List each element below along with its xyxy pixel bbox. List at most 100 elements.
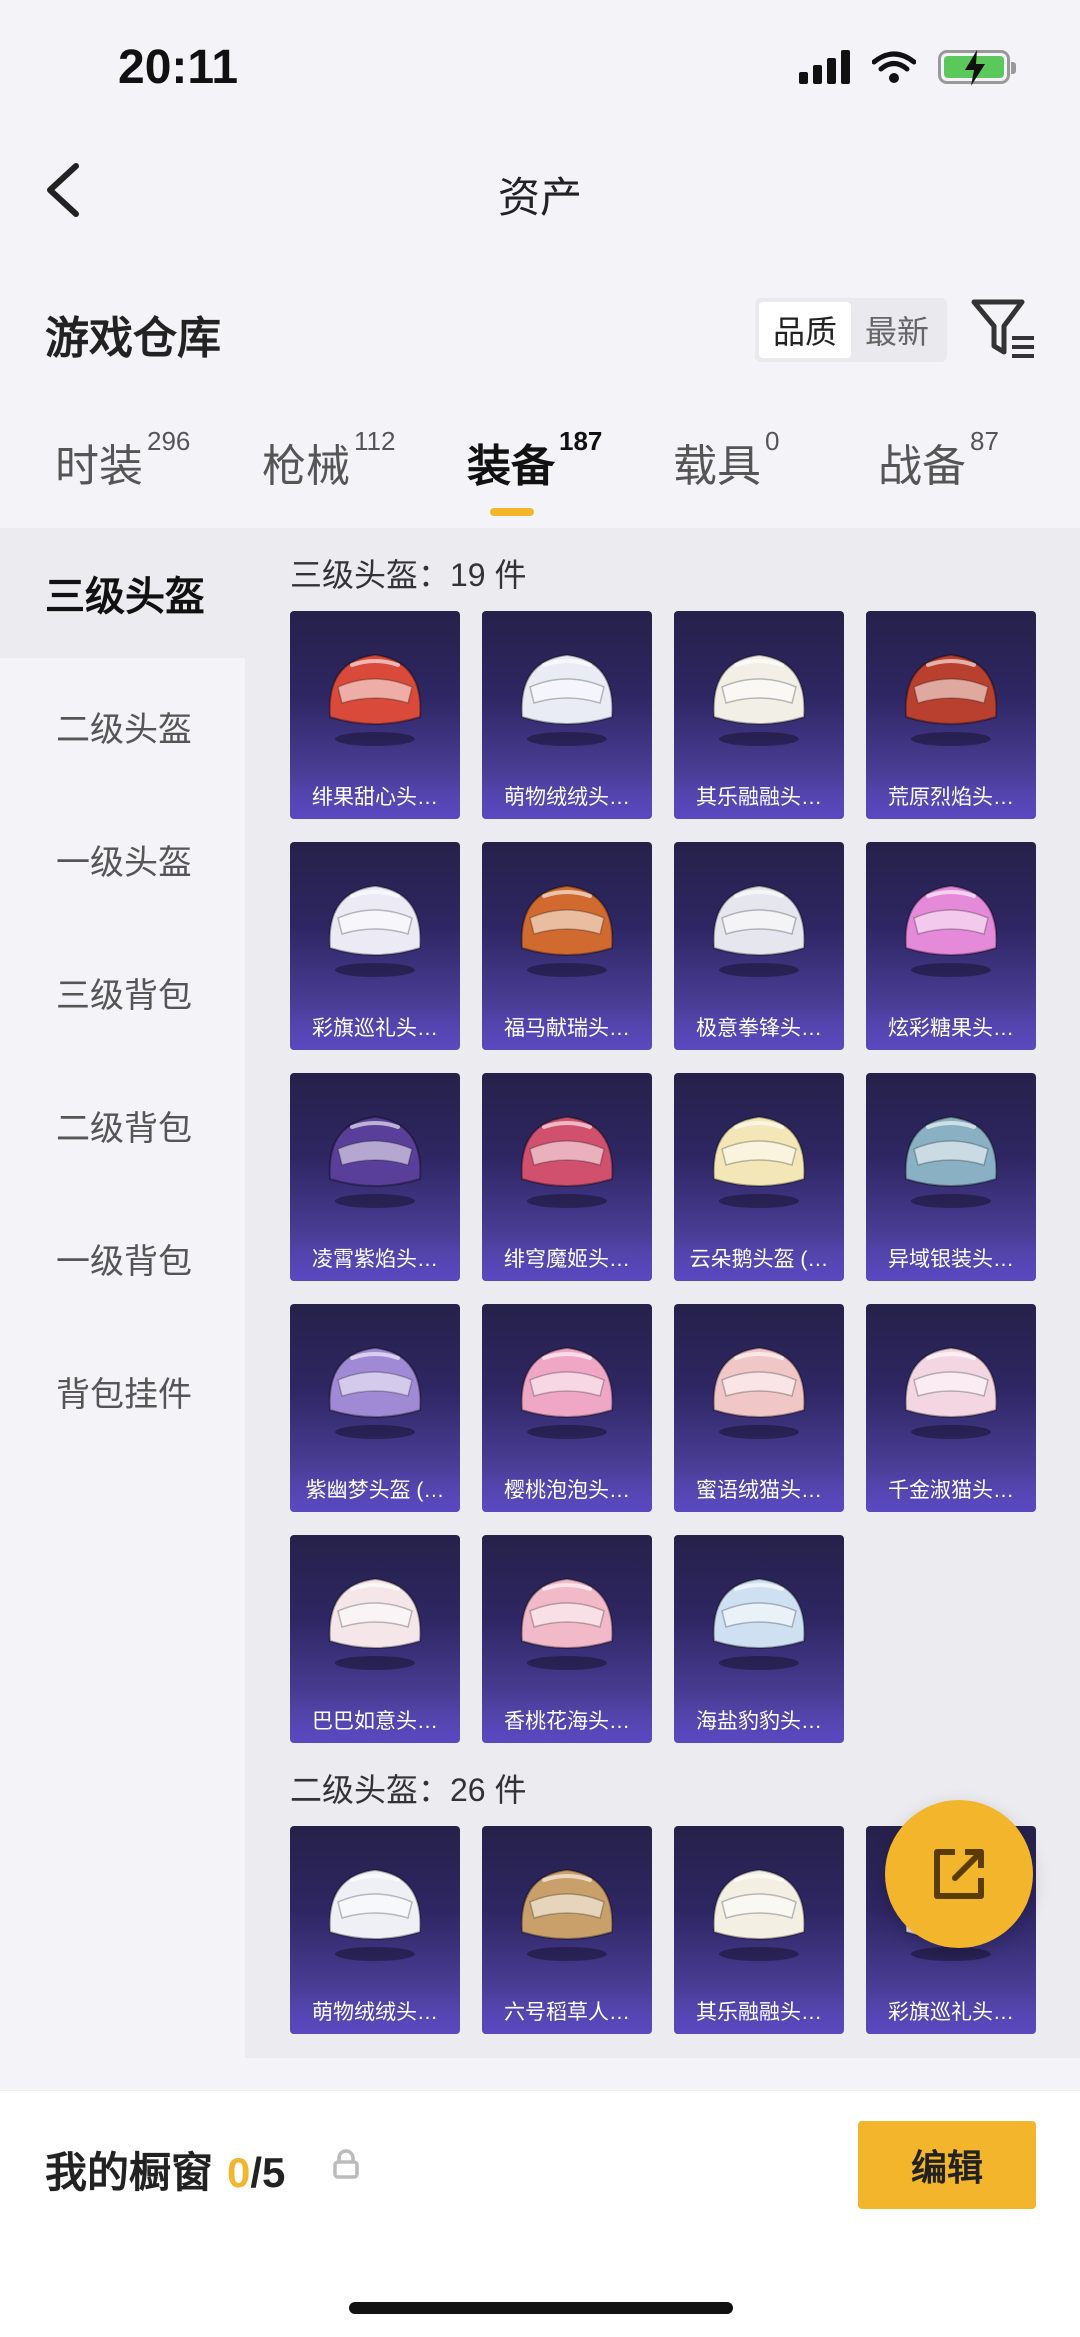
filter-icon[interactable] — [970, 294, 1040, 364]
lock-icon — [333, 2149, 359, 2179]
helmet-icon — [312, 862, 438, 988]
section-title-level3: 三级头盔：19 件 — [290, 557, 527, 593]
helmet-icon — [696, 1093, 822, 1219]
warehouse-title: 游戏仓库 — [45, 314, 221, 363]
helmet-icon — [312, 631, 438, 757]
sidebar-item-level1-helmet[interactable]: 一级头盔 — [0, 794, 245, 924]
item-card[interactable]: 异域银装头… — [866, 1073, 1036, 1281]
item-card[interactable]: 海盐豹豹头… — [674, 1535, 844, 1743]
showcase-label: 我的橱窗 0 /5 — [45, 2149, 286, 2196]
item-name: 极意拳锋头… — [674, 1004, 844, 1050]
sidebar: 三级头盔 二级头盔 一级头盔 三级背包 二级背包 一级背包 背包挂件 — [0, 528, 245, 2058]
item-card[interactable]: 云朵鹅头盔 (… — [674, 1073, 844, 1281]
sort-quality-button[interactable]: 品质 — [759, 302, 851, 358]
sort-latest-button[interactable]: 最新 — [851, 302, 943, 358]
edit-button[interactable]: 编辑 — [858, 2121, 1036, 2209]
item-card[interactable]: 萌物绒绒头… — [482, 611, 652, 819]
helmet-icon — [696, 1846, 822, 1972]
item-name: 海盐豹豹头… — [674, 1697, 844, 1743]
helmet-icon — [696, 1555, 822, 1681]
helmet-icon — [504, 1555, 630, 1681]
item-name: 樱桃泡泡头… — [482, 1466, 652, 1512]
helmet-icon — [504, 1093, 630, 1219]
item-name: 福马献瑞头… — [482, 1004, 652, 1050]
item-name: 云朵鹅头盔 (… — [674, 1235, 844, 1281]
item-card[interactable]: 其乐融融头… — [674, 1826, 844, 2034]
tab-vehicles[interactable]: 载具0 — [673, 426, 779, 494]
item-name: 炫彩糖果头… — [866, 1004, 1036, 1050]
showcase-bar: 我的橱窗 0 /5 编辑 — [0, 2090, 1080, 2337]
item-card[interactable]: 凌霄紫焰头… — [290, 1073, 460, 1281]
item-card[interactable]: 炫彩糖果头… — [866, 842, 1036, 1050]
helmet-icon — [696, 862, 822, 988]
wifi-icon — [872, 51, 916, 83]
item-card[interactable]: 紫幽梦头盔 (… — [290, 1304, 460, 1512]
helmet-icon — [312, 1324, 438, 1450]
item-name: 香桃花海头… — [482, 1697, 652, 1743]
sidebar-item-level2-backpack[interactable]: 二级背包 — [0, 1060, 245, 1190]
helmet-icon — [504, 1324, 630, 1450]
status-time: 20:11 — [118, 41, 239, 94]
item-card[interactable]: 千金淑猫头… — [866, 1304, 1036, 1512]
item-card[interactable]: 蜜语绒猫头… — [674, 1304, 844, 1512]
home-indicator — [349, 2302, 733, 2314]
status-bar: 20:11 — [0, 0, 1080, 130]
section-title-level2: 二级头盔：26 件 — [290, 1772, 527, 1808]
tab-supplies[interactable]: 战备87 — [878, 426, 999, 494]
item-name: 蜜语绒猫头… — [674, 1466, 844, 1512]
page-title: 资产 — [497, 174, 582, 221]
item-card[interactable]: 绯果甜心头… — [290, 611, 460, 819]
helmet-icon — [888, 631, 1014, 757]
item-card[interactable]: 萌物绒绒头… — [290, 1826, 460, 2034]
helmet-icon — [504, 862, 630, 988]
item-name: 绯穹魔姬头… — [482, 1235, 652, 1281]
item-card[interactable]: 彩旗巡礼头… — [290, 842, 460, 1050]
helmet-icon — [312, 1093, 438, 1219]
item-name: 千金淑猫头… — [866, 1466, 1036, 1512]
item-card[interactable]: 香桃花海头… — [482, 1535, 652, 1743]
item-name: 彩旗巡礼头… — [866, 1988, 1036, 2034]
battery-icon — [938, 50, 1016, 86]
item-name: 绯果甜心头… — [290, 773, 460, 819]
item-name: 其乐融融头… — [674, 1988, 844, 2034]
item-card[interactable]: 樱桃泡泡头… — [482, 1304, 652, 1512]
sort-toggle: 品质 最新 — [755, 298, 947, 362]
sidebar-item-level1-backpack[interactable]: 一级背包 — [0, 1193, 245, 1323]
item-name: 六号稻草人… — [482, 1988, 652, 2034]
item-name: 紫幽梦头盔 (… — [290, 1466, 460, 1512]
item-card[interactable]: 六号稻草人… — [482, 1826, 652, 2034]
item-card[interactable]: 荒原烈焰头… — [866, 611, 1036, 819]
warehouse-header: 游戏仓库 品质 最新 — [0, 290, 1080, 370]
sidebar-item-level3-backpack[interactable]: 三级背包 — [0, 927, 245, 1057]
nav-bar: 资产 — [0, 140, 1080, 240]
item-card[interactable]: 福马献瑞头… — [482, 842, 652, 1050]
tab-weapons[interactable]: 枪械112 — [262, 426, 395, 494]
tab-active-indicator — [490, 508, 534, 516]
helmet-icon — [888, 862, 1014, 988]
helmet-icon — [888, 1093, 1014, 1219]
helmet-icon — [504, 1846, 630, 1972]
signal-icon — [799, 50, 850, 84]
item-name: 巴巴如意头… — [290, 1697, 460, 1743]
tab-fashion[interactable]: 时装296 — [55, 426, 190, 494]
share-button[interactable] — [885, 1800, 1033, 1948]
sidebar-item-level2-helmet[interactable]: 二级头盔 — [0, 661, 245, 791]
item-name: 异域银装头… — [866, 1235, 1036, 1281]
item-name: 荒原烈焰头… — [866, 773, 1036, 819]
helmet-icon — [312, 1846, 438, 1972]
helmet-icon — [696, 631, 822, 757]
item-name: 萌物绒绒头… — [482, 773, 652, 819]
item-card[interactable]: 巴巴如意头… — [290, 1535, 460, 1743]
tab-equipment[interactable]: 装备187 — [467, 426, 602, 494]
item-name: 凌霄紫焰头… — [290, 1235, 460, 1281]
helmet-icon — [312, 1555, 438, 1681]
sidebar-item-level3-helmet[interactable]: 三级头盔 — [0, 528, 245, 658]
helmet-icon — [504, 631, 630, 757]
item-card[interactable]: 极意拳锋头… — [674, 842, 844, 1050]
item-card[interactable]: 绯穹魔姬头… — [482, 1073, 652, 1281]
item-name: 萌物绒绒头… — [290, 1988, 460, 2034]
sidebar-item-backpack-charm[interactable]: 背包挂件 — [0, 1326, 245, 1456]
item-card[interactable]: 其乐融融头… — [674, 611, 844, 819]
item-name: 彩旗巡礼头… — [290, 1004, 460, 1050]
category-tabs: 时装296 枪械112 装备187 载具0 战备87 — [0, 426, 1080, 530]
